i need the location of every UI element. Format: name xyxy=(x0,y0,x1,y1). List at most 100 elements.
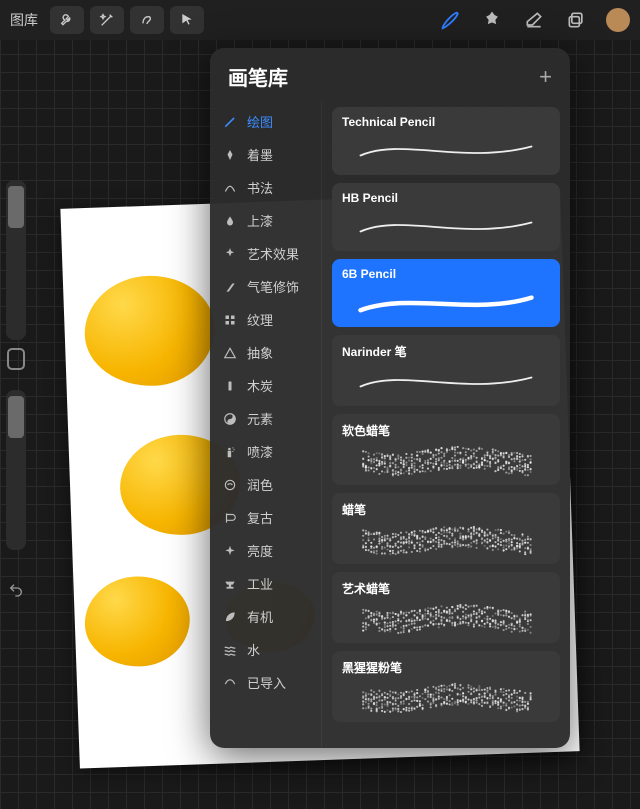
brush-name: 6B Pencil xyxy=(342,267,550,281)
calligraphy-icon xyxy=(222,181,238,195)
brush-preview xyxy=(342,522,550,558)
category-item-waves[interactable]: 水 xyxy=(210,633,321,666)
category-item-airbrush[interactable]: 气笔修饰 xyxy=(210,270,321,303)
brush-name: 蜡笔 xyxy=(342,501,550,518)
sparkle-icon xyxy=(222,544,238,558)
charcoal-icon xyxy=(222,379,238,393)
spray-icon xyxy=(222,445,238,459)
brush-card[interactable]: 软色蜡笔 xyxy=(332,414,560,485)
category-label: 气笔修饰 xyxy=(247,277,299,296)
gallery-button[interactable]: 图库 xyxy=(10,10,44,30)
brush-card[interactable]: Narinder 笔 xyxy=(332,335,560,406)
wand-icon xyxy=(222,247,238,261)
color-picker-button[interactable] xyxy=(606,8,630,32)
category-item-drop[interactable]: 上漆 xyxy=(210,204,321,237)
category-item-touchup[interactable]: 润色 xyxy=(210,468,321,501)
category-label: 着墨 xyxy=(247,145,273,164)
nib-icon xyxy=(222,148,238,162)
category-label: 纹理 xyxy=(247,310,273,329)
import-icon xyxy=(222,676,238,690)
anvil-icon xyxy=(222,577,238,591)
opacity-slider[interactable] xyxy=(6,390,26,550)
brush-preview xyxy=(342,443,550,479)
top-toolbar: 图库 xyxy=(0,0,640,40)
category-item-spray[interactable]: 喷漆 xyxy=(210,435,321,468)
category-list: 绘图着墨书法上漆艺术效果气笔修饰纹理抽象木炭元素喷漆润色复古亮度工业有机水已导入 xyxy=(210,101,322,748)
brush-name: Narinder 笔 xyxy=(342,343,550,360)
category-label: 绘图 xyxy=(247,112,273,131)
retro-icon xyxy=(222,511,238,525)
category-item-triangle[interactable]: 抽象 xyxy=(210,336,321,369)
wrench-button[interactable] xyxy=(50,6,84,34)
category-item-nib[interactable]: 着墨 xyxy=(210,138,321,171)
drop-icon xyxy=(222,214,238,228)
add-brush-button[interactable]: + xyxy=(539,64,552,90)
brush-card[interactable]: 黑猩猩粉笔 xyxy=(332,651,560,722)
popover-title: 画笔库 xyxy=(228,62,288,91)
layers-button[interactable] xyxy=(558,2,594,38)
brush-size-slider[interactable] xyxy=(6,180,26,340)
brush-card[interactable]: 艺术蜡笔 xyxy=(332,572,560,643)
triangle-icon xyxy=(222,346,238,360)
category-item-charcoal[interactable]: 木炭 xyxy=(210,369,321,402)
brush-preview xyxy=(342,133,550,169)
texture-icon xyxy=(222,314,238,326)
brush-card[interactable]: 蜡笔 xyxy=(332,493,560,564)
category-item-yinyang[interactable]: 元素 xyxy=(210,402,321,435)
smudge-tool-button[interactable] xyxy=(474,2,510,38)
brush-preview xyxy=(342,601,550,637)
leaf-icon xyxy=(222,610,238,624)
category-item-anvil[interactable]: 工业 xyxy=(210,567,321,600)
category-label: 亮度 xyxy=(247,541,273,560)
airbrush-icon xyxy=(222,280,238,294)
brush-list: Technical Pencil HB Pencil 6B Pencil Narind… xyxy=(322,101,570,748)
category-label: 书法 xyxy=(247,178,273,197)
category-label: 元素 xyxy=(247,409,273,428)
canvas-artwork xyxy=(83,274,217,388)
category-label: 润色 xyxy=(247,475,273,494)
category-item-import[interactable]: 已导入 xyxy=(210,666,321,699)
canvas-artwork xyxy=(83,575,191,669)
brush-card[interactable]: Technical Pencil xyxy=(332,107,560,175)
yinyang-icon xyxy=(222,412,238,426)
category-label: 抽象 xyxy=(247,343,273,362)
category-label: 有机 xyxy=(247,607,273,626)
category-label: 水 xyxy=(247,640,260,659)
category-item-sparkle[interactable]: 亮度 xyxy=(210,534,321,567)
selection-button[interactable] xyxy=(130,6,164,34)
category-label: 工业 xyxy=(247,574,273,593)
pencil-icon xyxy=(222,115,238,129)
magic-wand-button[interactable] xyxy=(90,6,124,34)
eraser-tool-button[interactable] xyxy=(516,2,552,38)
category-label: 艺术效果 xyxy=(247,244,299,263)
brush-card[interactable]: 6B Pencil xyxy=(332,259,560,327)
undo-button[interactable] xyxy=(6,570,26,610)
category-item-retro[interactable]: 复古 xyxy=(210,501,321,534)
brush-preview xyxy=(342,680,550,716)
category-label: 已导入 xyxy=(247,673,286,692)
brush-name: 艺术蜡笔 xyxy=(342,580,550,597)
category-item-wand[interactable]: 艺术效果 xyxy=(210,237,321,270)
waves-icon xyxy=(222,643,238,657)
brush-library-popover: 画笔库 + 绘图着墨书法上漆艺术效果气笔修饰纹理抽象木炭元素喷漆润色复古亮度工业… xyxy=(210,48,570,748)
brush-name: 软色蜡笔 xyxy=(342,422,550,439)
category-item-pencil[interactable]: 绘图 xyxy=(210,105,321,138)
brush-preview xyxy=(342,209,550,245)
category-item-leaf[interactable]: 有机 xyxy=(210,600,321,633)
brush-card[interactable]: HB Pencil xyxy=(332,183,560,251)
category-label: 上漆 xyxy=(247,211,273,230)
touchup-icon xyxy=(222,478,238,492)
category-label: 复古 xyxy=(247,508,273,527)
cursor-button[interactable] xyxy=(170,6,204,34)
brush-name: Technical Pencil xyxy=(342,115,550,129)
brush-preview xyxy=(342,364,550,400)
category-label: 木炭 xyxy=(247,376,273,395)
brush-preview xyxy=(342,285,550,321)
category-label: 喷漆 xyxy=(247,442,273,461)
category-item-calligraphy[interactable]: 书法 xyxy=(210,171,321,204)
brush-name: HB Pencil xyxy=(342,191,550,205)
category-item-texture[interactable]: 纹理 xyxy=(210,303,321,336)
brush-tool-button[interactable] xyxy=(432,2,468,38)
modifier-button[interactable] xyxy=(7,348,25,370)
brush-name: 黑猩猩粉笔 xyxy=(342,659,550,676)
